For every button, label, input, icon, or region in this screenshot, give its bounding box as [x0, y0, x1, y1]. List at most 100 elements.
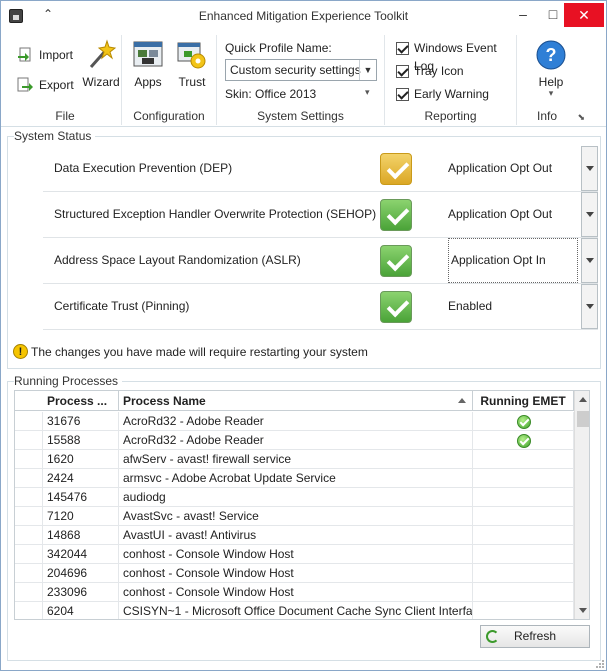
- chevron-down-icon[interactable]: [581, 146, 598, 191]
- ribbon-group-file: Import Export Wizard File: [9, 35, 122, 125]
- skin-selector[interactable]: Skin: Office 2013: [225, 87, 316, 101]
- row-selector[interactable]: [15, 583, 43, 602]
- cell-pid: 7120: [43, 507, 119, 526]
- tray-icon-checkbox[interactable]: Tray Icon: [396, 62, 464, 80]
- table-row[interactable]: 145476 audiodg: [15, 488, 575, 507]
- cell-running-emet: [473, 507, 574, 526]
- status-row-dep: Data Execution Prevention (DEP) Applicat…: [43, 146, 598, 192]
- group-label-configuration: Configuration: [133, 109, 205, 123]
- quick-profile-dropdown[interactable]: Custom security settings ▼: [225, 59, 377, 81]
- status-label: Data Execution Prevention (DEP): [54, 161, 233, 175]
- table-row[interactable]: 6204 CSISYN~1 - Microsoft Office Document…: [15, 602, 575, 619]
- table-row[interactable]: 7120 AvastSvc - avast! Service: [15, 507, 575, 526]
- status-value[interactable]: Application Opt Out: [448, 207, 552, 221]
- row-selector[interactable]: [15, 507, 43, 526]
- table-row[interactable]: 15588 AcroRd32 - Adobe Reader: [15, 431, 575, 450]
- quick-profile-label: Quick Profile Name:: [225, 41, 332, 55]
- chevron-down-icon[interactable]: [581, 284, 598, 329]
- refresh-button[interactable]: Refresh: [480, 625, 590, 648]
- table-row[interactable]: 2424 armsvc - Adobe Acrobat Update Servic…: [15, 469, 575, 488]
- refresh-icon: [486, 630, 499, 643]
- import-label: Import: [39, 48, 74, 62]
- help-question-icon: ?: [535, 39, 567, 71]
- cell-pid: 342044: [43, 545, 119, 564]
- export-button[interactable]: Export: [17, 75, 74, 95]
- ok-check-icon: [380, 291, 412, 323]
- early-warning-checkbox[interactable]: Early Warning: [396, 85, 489, 103]
- process-table: Process ... Process Name Running EMET 31…: [14, 390, 590, 620]
- ribbon-group-reporting: Windows Event Log Tray Icon Early Warnin…: [385, 35, 517, 125]
- row-selector[interactable]: [15, 488, 43, 507]
- cell-running-emet: [473, 412, 574, 431]
- windows-event-log-checkbox[interactable]: Windows Event Log: [396, 39, 516, 73]
- checkbox-checked-icon: [396, 88, 409, 101]
- row-selector[interactable]: [15, 450, 43, 469]
- status-row-aslr: Address Space Layout Randomization (ASLR…: [43, 238, 598, 284]
- cell-pid: 204696: [43, 564, 119, 583]
- import-button[interactable]: Import: [17, 45, 73, 65]
- close-button[interactable]: ✕: [564, 3, 604, 27]
- running-processes-title: Running Processes: [14, 374, 123, 388]
- apps-button[interactable]: Apps: [130, 39, 166, 89]
- skin-chevron-icon[interactable]: ▾: [365, 87, 370, 98]
- table-row[interactable]: 14868 AvastUI - avast! Antivirus: [15, 526, 575, 545]
- status-value[interactable]: Application Opt Out: [448, 161, 552, 175]
- status-label: Structured Exception Handler Overwrite P…: [54, 207, 377, 221]
- apps-label: Apps: [134, 75, 162, 89]
- ribbon-group-configuration: Apps Trust Configuration: [122, 35, 217, 125]
- scroll-down-icon[interactable]: [575, 601, 589, 619]
- group-label-info: Info: [536, 109, 557, 123]
- cell-running-emet: [473, 431, 574, 450]
- sort-ascending-icon: [458, 398, 466, 403]
- cell-process-name: audiodg: [119, 488, 473, 507]
- apps-window-icon: [132, 39, 164, 71]
- row-selector[interactable]: [15, 431, 43, 450]
- cell-process-name: conhost - Console Window Host: [119, 564, 473, 583]
- row-selector[interactable]: [15, 564, 43, 583]
- column-header-pid[interactable]: Process ...: [43, 391, 119, 411]
- group-label-reporting: Reporting: [424, 109, 477, 123]
- tray-icon-label: Tray Icon: [414, 64, 464, 78]
- chevron-down-icon[interactable]: [581, 192, 598, 237]
- cell-pid: 15588: [43, 431, 119, 450]
- minimize-button[interactable]: –: [508, 1, 538, 27]
- svg-text:?: ?: [546, 45, 557, 65]
- table-row[interactable]: 233096 conhost - Console Window Host: [15, 583, 575, 602]
- chevron-down-icon[interactable]: [581, 238, 598, 283]
- wizard-label: Wizard: [82, 75, 120, 89]
- cell-running-emet: [473, 583, 574, 602]
- trust-button[interactable]: Trust: [174, 39, 210, 89]
- cell-pid: 31676: [43, 412, 119, 431]
- column-header-running-emet[interactable]: Running EMET: [473, 391, 574, 411]
- group-label-file: File: [55, 109, 75, 123]
- cell-running-emet: [473, 602, 574, 619]
- cell-process-name: CSISYN~1 - Microsoft Office Document Cac…: [119, 602, 473, 619]
- row-selector[interactable]: [15, 545, 43, 564]
- wizard-wand-icon: [85, 39, 117, 71]
- ok-check-icon: [380, 245, 412, 277]
- emet-running-check-icon: [517, 434, 531, 448]
- dialog-launcher-icon[interactable]: ⬊: [577, 112, 585, 123]
- help-button[interactable]: ? Help ▾: [531, 39, 571, 98]
- table-row[interactable]: 31676 AcroRd32 - Adobe Reader: [15, 412, 575, 431]
- wizard-button[interactable]: Wizard: [81, 39, 121, 89]
- table-row[interactable]: 342044 conhost - Console Window Host: [15, 545, 575, 564]
- table-row[interactable]: 1620 afwServ - avast! firewall service: [15, 450, 575, 469]
- column-header-process-name[interactable]: Process Name: [119, 391, 473, 411]
- scroll-thumb[interactable]: [577, 411, 589, 427]
- cell-process-name: AcroRd32 - Adobe Reader: [119, 431, 473, 450]
- status-value[interactable]: Enabled: [448, 299, 492, 313]
- resize-grip-icon[interactable]: [595, 659, 605, 669]
- status-row-sehop: Structured Exception Handler Overwrite P…: [43, 192, 598, 238]
- row-selector[interactable]: [15, 526, 43, 545]
- vertical-scrollbar[interactable]: [574, 391, 589, 619]
- row-selector[interactable]: [15, 469, 43, 488]
- table-row[interactable]: 204696 conhost - Console Window Host: [15, 564, 575, 583]
- chevron-down-icon[interactable]: ▼: [359, 60, 376, 80]
- row-selector[interactable]: [15, 412, 43, 431]
- restart-notice: ! The changes you have made will require…: [13, 344, 368, 360]
- status-value[interactable]: Application Opt In: [448, 238, 578, 283]
- help-chevron-icon[interactable]: ▾: [531, 89, 571, 98]
- row-selector[interactable]: [15, 602, 43, 619]
- scroll-up-icon[interactable]: [575, 391, 589, 409]
